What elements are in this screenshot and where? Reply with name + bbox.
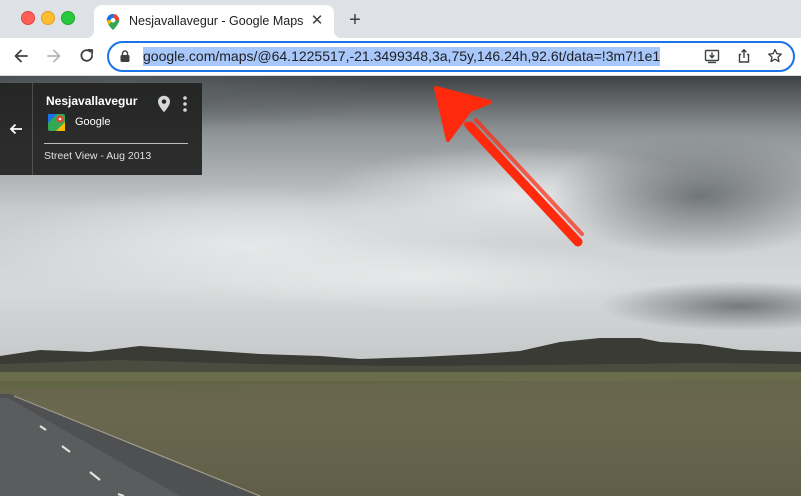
address-bar[interactable]: google.com/maps/@64.1225517,-21.3499348,… (107, 41, 795, 72)
browser-tab-active[interactable]: Nesjavallavegur - Google Maps ✕ (86, 5, 342, 38)
place-name[interactable]: Nesjavallavegur (46, 94, 137, 108)
map-pin-icon[interactable] (157, 95, 171, 113)
url-text[interactable]: google.com/maps/@64.1225517,-21.3499348,… (143, 47, 661, 66)
arrow-right-icon (47, 49, 61, 63)
tab-title: Nesjavallavegur - Google Maps (129, 14, 304, 28)
tab-close-icon[interactable]: ✕ (308, 12, 326, 30)
window-zoom-button[interactable] (61, 11, 75, 25)
exit-street-view-button[interactable] (0, 83, 33, 175)
provider-label: Google (75, 116, 111, 128)
bookmark-star-icon (768, 48, 782, 63)
install-app-button[interactable] (703, 47, 721, 65)
browser-toolbar: google.com/maps/@64.1225517,-21.3499348,… (0, 38, 801, 76)
bookmark-button[interactable] (766, 47, 784, 65)
forward-button[interactable] (42, 44, 66, 68)
capture-date: Street View - Aug 2013 (44, 150, 152, 162)
arrow-left-icon (14, 49, 28, 63)
reload-icon (80, 48, 94, 62)
share-button[interactable] (735, 47, 753, 65)
arrow-left-icon (9, 123, 22, 135)
new-tab-button[interactable]: + (344, 9, 366, 31)
back-button[interactable] (9, 44, 33, 68)
more-vertical-icon[interactable] (180, 95, 190, 113)
google-maps-logo-icon (48, 114, 65, 131)
reload-button[interactable] (75, 44, 99, 68)
card-divider (44, 143, 188, 144)
window-close-button[interactable] (21, 11, 35, 25)
street-view-info-card: Nesjavallavegur Google Street View - Aug… (0, 83, 202, 175)
google-maps-pin-icon (106, 14, 120, 30)
share-icon (738, 48, 750, 63)
install-app-icon (704, 49, 720, 64)
window-minimize-button[interactable] (41, 11, 55, 25)
browser-tab-strip: Nesjavallavegur - Google Maps ✕ + (0, 0, 801, 38)
lock-icon[interactable] (120, 50, 130, 62)
